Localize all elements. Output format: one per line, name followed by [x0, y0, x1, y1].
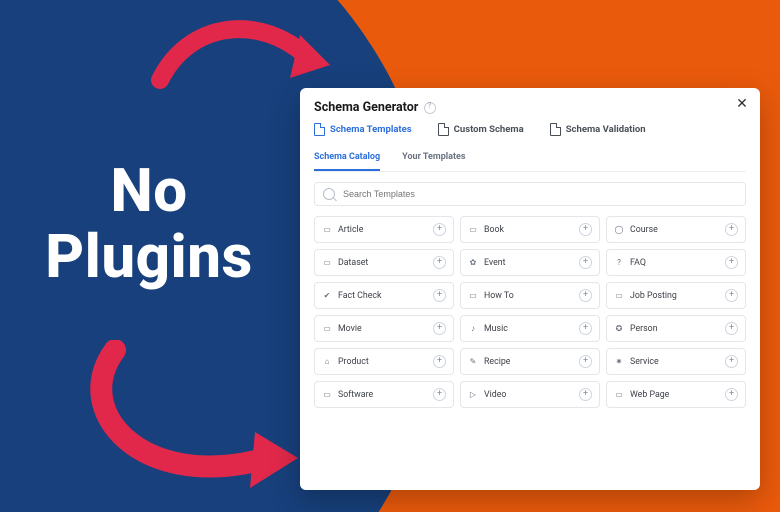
help-icon[interactable]	[424, 102, 436, 114]
add-template-button[interactable]: +	[433, 256, 446, 269]
secondary-tabs: Schema Catalog Your Templates	[314, 146, 746, 172]
template-label: Video	[484, 390, 573, 400]
faq-icon: ?	[614, 258, 624, 268]
primary-tab-schema-templates[interactable]: Schema Templates	[314, 123, 412, 136]
template-tile-video[interactable]: ▷ Video +	[460, 381, 600, 408]
add-template-button[interactable]: +	[725, 289, 738, 302]
service-icon: ✷	[614, 357, 624, 367]
dataset-icon: ▭	[322, 258, 332, 268]
event-icon: ✿	[468, 258, 478, 268]
howto-icon: ▭	[468, 291, 478, 301]
template-tile-fact-check[interactable]: ✔ Fact Check +	[314, 282, 454, 309]
video-icon: ▷	[468, 390, 478, 400]
primary-tabs: Schema Templates Custom Schema Schema Vali…	[314, 123, 746, 136]
template-label: How To	[484, 291, 573, 301]
recipe-icon: ✎	[468, 357, 478, 367]
template-label: Web Page	[630, 390, 719, 400]
modal-title: Schema Generator	[314, 100, 418, 115]
template-tile-service[interactable]: ✷ Service +	[606, 348, 746, 375]
add-template-button[interactable]: +	[433, 322, 446, 335]
course-icon: ◯	[614, 225, 624, 235]
close-button[interactable]: ✕	[734, 96, 750, 112]
template-tile-course[interactable]: ◯ Course +	[606, 216, 746, 243]
tab-label: Schema Validation	[566, 124, 646, 135]
modal-header: Schema Generator	[314, 100, 746, 115]
add-template-button[interactable]: +	[433, 355, 446, 368]
template-tile-software[interactable]: ▭ Software +	[314, 381, 454, 408]
template-label: Article	[338, 225, 427, 235]
template-label: Dataset	[338, 258, 427, 268]
promo-line-2: Plugins	[4, 224, 294, 290]
template-label: Book	[484, 225, 573, 235]
template-tile-person[interactable]: ✪ Person +	[606, 315, 746, 342]
add-template-button[interactable]: +	[725, 355, 738, 368]
template-label: Person	[630, 324, 719, 334]
template-tile-recipe[interactable]: ✎ Recipe +	[460, 348, 600, 375]
webpage-icon: ▭	[614, 390, 624, 400]
add-template-button[interactable]: +	[725, 322, 738, 335]
add-template-button[interactable]: +	[579, 355, 592, 368]
add-template-button[interactable]: +	[725, 256, 738, 269]
product-icon: ⌂	[322, 357, 332, 367]
add-template-button[interactable]: +	[725, 223, 738, 236]
template-tile-faq[interactable]: ? FAQ +	[606, 249, 746, 276]
template-tile-web-page[interactable]: ▭ Web Page +	[606, 381, 746, 408]
software-icon: ▭	[322, 390, 332, 400]
template-label: Movie	[338, 324, 427, 334]
jobposting-icon: ▭	[614, 291, 624, 301]
add-template-button[interactable]: +	[579, 388, 592, 401]
promo-stage: No Plugins ✕ Schema Generator Schema Tem…	[0, 0, 780, 512]
template-label: Software	[338, 390, 427, 400]
template-label: FAQ	[630, 258, 719, 268]
factcheck-icon: ✔	[322, 291, 332, 301]
add-template-button[interactable]: +	[433, 223, 446, 236]
template-tile-dataset[interactable]: ▭ Dataset +	[314, 249, 454, 276]
template-label: Recipe	[484, 357, 573, 367]
book-icon: ▭	[468, 225, 478, 235]
search-input[interactable]	[341, 188, 737, 200]
template-tile-music[interactable]: ♪ Music +	[460, 315, 600, 342]
template-tile-job-posting[interactable]: ▭ Job Posting +	[606, 282, 746, 309]
template-label: Job Posting	[630, 291, 719, 301]
schema-generator-modal: ✕ Schema Generator Schema Templates Custo…	[300, 88, 760, 490]
template-label: Course	[630, 225, 719, 235]
search-icon	[323, 188, 335, 200]
template-grid: ▭ Article + ▭ Book + ◯ Course + ▭ Dataset + ✿ Event +?…	[314, 216, 746, 408]
promo-headline: No Plugins	[4, 158, 294, 290]
template-label: Fact Check	[338, 291, 427, 301]
add-template-button[interactable]: +	[579, 256, 592, 269]
add-template-button[interactable]: +	[433, 289, 446, 302]
add-template-button[interactable]: +	[579, 322, 592, 335]
close-icon: ✕	[736, 97, 748, 111]
primary-tab-custom-schema[interactable]: Custom Schema	[438, 123, 524, 136]
tab-label: Custom Schema	[454, 124, 524, 135]
template-tile-article[interactable]: ▭ Article +	[314, 216, 454, 243]
template-label: Music	[484, 324, 573, 334]
template-tile-book[interactable]: ▭ Book +	[460, 216, 600, 243]
template-tile-product[interactable]: ⌂ Product +	[314, 348, 454, 375]
movie-icon: ▭	[322, 324, 332, 334]
document-icon	[550, 123, 561, 136]
person-icon: ✪	[614, 324, 624, 334]
template-tile-how-to[interactable]: ▭ How To +	[460, 282, 600, 309]
music-icon: ♪	[468, 324, 478, 334]
add-template-button[interactable]: +	[433, 388, 446, 401]
primary-tab-schema-validation[interactable]: Schema Validation	[550, 123, 646, 136]
add-template-button[interactable]: +	[579, 289, 592, 302]
promo-line-1: No	[4, 158, 294, 224]
secondary-tab-schema-catalog[interactable]: Schema Catalog	[314, 146, 380, 171]
document-icon	[438, 123, 449, 136]
search-templates-field[interactable]	[314, 182, 746, 206]
tab-label: Schema Templates	[330, 124, 412, 135]
add-template-button[interactable]: +	[579, 223, 592, 236]
document-icon	[314, 123, 325, 136]
template-tile-movie[interactable]: ▭ Movie +	[314, 315, 454, 342]
secondary-tab-your-templates[interactable]: Your Templates	[402, 146, 465, 171]
template-label: Event	[484, 258, 573, 268]
template-label: Product	[338, 357, 427, 367]
article-icon: ▭	[322, 225, 332, 235]
template-tile-event[interactable]: ✿ Event +	[460, 249, 600, 276]
add-template-button[interactable]: +	[725, 388, 738, 401]
template-label: Service	[630, 357, 719, 367]
